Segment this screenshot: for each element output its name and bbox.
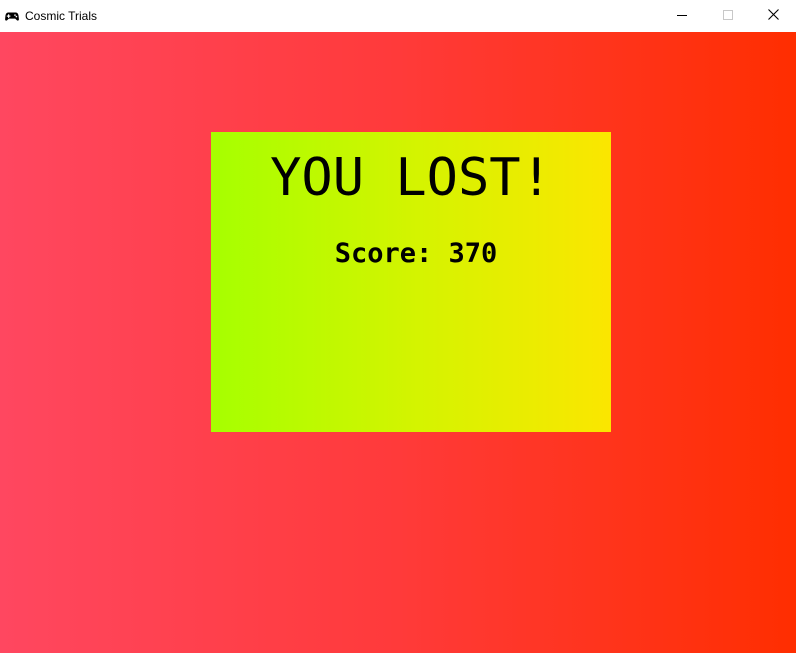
minimize-icon bbox=[677, 7, 687, 25]
score-text: Score: 370 bbox=[334, 238, 498, 269]
close-icon bbox=[767, 7, 779, 25]
close-button[interactable] bbox=[750, 0, 796, 32]
title-bar[interactable]: Cosmic Trials bbox=[0, 0, 796, 32]
game-window: Cosmic Trials YOU LOST! Score: 370 bbox=[0, 0, 796, 653]
window-title: Cosmic Trials bbox=[25, 9, 98, 23]
maximize-icon bbox=[723, 7, 733, 25]
gamepad-icon bbox=[5, 9, 19, 23]
game-over-panel: YOU LOST! Score: 370 bbox=[211, 132, 611, 432]
game-canvas: YOU LOST! Score: 370 bbox=[0, 32, 796, 653]
minimize-button[interactable] bbox=[659, 0, 705, 32]
maximize-button[interactable] bbox=[705, 0, 751, 32]
result-title: YOU LOST! bbox=[270, 148, 552, 208]
